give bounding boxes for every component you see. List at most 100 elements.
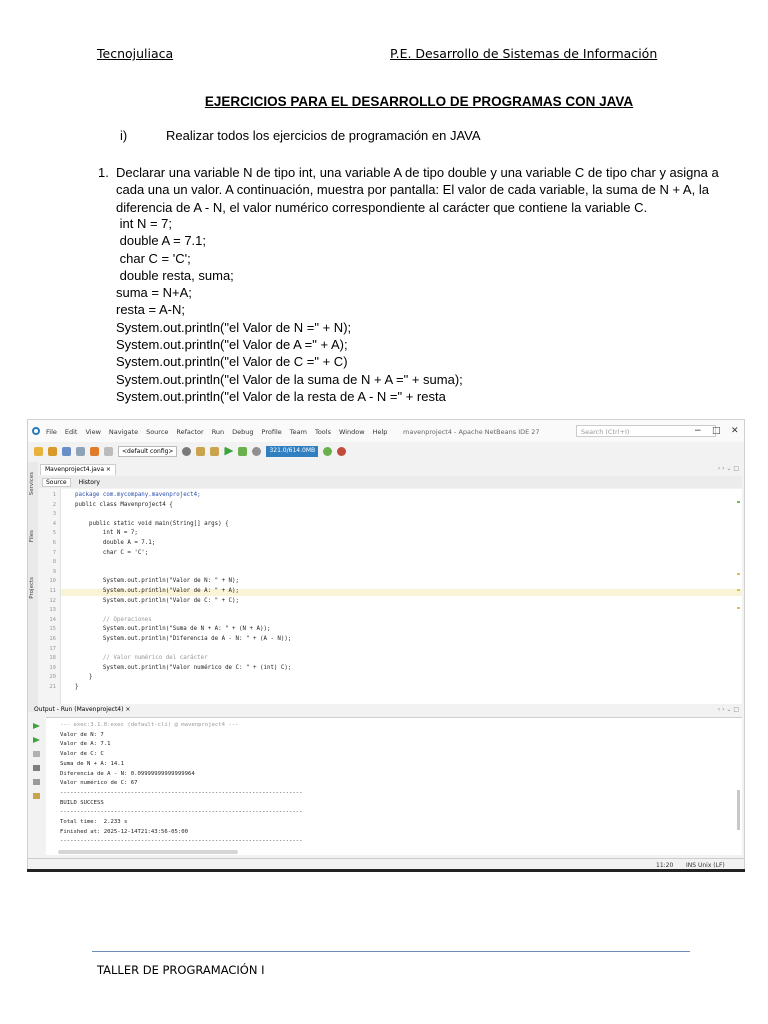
exercise-text: Declarar una variable N de tipo int, una… — [116, 165, 719, 215]
memory-indicator[interactable]: 321.0/614.0MB — [266, 445, 319, 457]
output-actions — [28, 717, 46, 855]
history-tab[interactable]: History — [79, 479, 100, 486]
line-number: 14 — [49, 616, 56, 623]
error-stripe-mark — [737, 607, 740, 609]
line-number: 20 — [49, 674, 56, 681]
code-line: System.out.println("Valor numérico de C:… — [75, 664, 292, 671]
menu-debug[interactable]: Debug — [232, 428, 253, 436]
line-number: 8 — [52, 559, 56, 566]
rerun-with-options-icon[interactable] — [33, 737, 40, 743]
line-number: 3 — [52, 511, 56, 518]
output-tab-controls[interactable]: ‹ › ⌄ □ — [718, 706, 739, 713]
menu-tools[interactable]: Tools — [315, 428, 331, 436]
source-tab[interactable]: Source — [42, 477, 71, 487]
caret-position: 11:20 — [656, 862, 674, 869]
code-line: System.out.println("Valor de N: " + N); — [75, 578, 240, 585]
save-icon[interactable] — [62, 446, 71, 456]
menu-navigate[interactable]: Navigate — [109, 428, 138, 436]
rerun-icon[interactable] — [33, 723, 40, 729]
code-line: int N = 7; — [75, 530, 138, 537]
insert-mode: INS Unix (LF) — [686, 862, 725, 869]
output-tab[interactable]: Output - Run (Mavenproject4) × — [34, 706, 130, 713]
clean-build-icon[interactable] — [210, 446, 220, 456]
horizontal-scrollbar[interactable] — [58, 850, 238, 854]
editor-tab-controls[interactable]: ‹ › ⌄ □ — [718, 465, 739, 472]
instruction-number: i) — [120, 128, 128, 143]
profiler-icon[interactable] — [337, 446, 347, 456]
footer-line — [92, 951, 690, 952]
config-select[interactable]: <default config> — [118, 445, 178, 457]
line-number: 15 — [49, 626, 56, 633]
output-line: Valor de A: 7.1 — [60, 741, 111, 748]
minimize-icon[interactable]: − — [694, 426, 702, 436]
editor-file-tab[interactable]: Mavenproject4.java × — [40, 464, 116, 475]
code-line: double resta, suma; — [116, 267, 234, 283]
wrap-icon[interactable] — [33, 779, 40, 785]
side-tab-services[interactable]: Services — [29, 472, 35, 495]
code-line: System.out.println("Suma de N + A: " + (… — [75, 626, 271, 633]
menu-source[interactable]: Source — [146, 428, 168, 436]
code-line: public static void main(String[] args) { — [75, 520, 229, 527]
exercise-1: 1. Declarar una variable N de tipo int, … — [98, 164, 748, 216]
code-line: } — [75, 674, 93, 681]
output-line: Finished at: 2025-12-14T21:43:56-05:00 — [60, 828, 188, 835]
output-line: Valor de C: C — [60, 751, 104, 758]
line-number: 13 — [49, 607, 56, 614]
side-panel: Services Files Projects — [28, 462, 38, 712]
ide-screenshot: File Edit View Navigate Source Refactor … — [27, 419, 745, 871]
open-project-icon[interactable] — [48, 446, 57, 456]
output-line: ----------------------------------------… — [60, 809, 303, 816]
menu-edit[interactable]: Edit — [65, 428, 78, 436]
close-icon[interactable]: ✕ — [731, 426, 739, 436]
build-icon[interactable] — [196, 446, 206, 456]
menu-run[interactable]: Run — [212, 428, 224, 436]
menu-refactor[interactable]: Refactor — [176, 428, 203, 436]
output-console[interactable]: --- exec:3.1.0:exec (default-cli) @ mave… — [46, 717, 742, 855]
maximize-icon[interactable]: □ — [712, 426, 721, 436]
code-line: char C = 'C'; — [75, 549, 149, 556]
code-line: char C = 'C'; — [116, 250, 191, 266]
menu-window[interactable]: Window — [339, 428, 365, 436]
line-number: 18 — [49, 655, 56, 662]
ide-titlebar: File Edit View Navigate Source Refactor … — [28, 420, 744, 442]
menu-help[interactable]: Help — [373, 428, 388, 436]
code-line: int N = 7; — [116, 216, 172, 231]
line-number: 2 — [52, 501, 56, 508]
screenshot-bottom-border — [27, 869, 745, 872]
new-file-icon[interactable] — [34, 446, 43, 456]
debug-icon[interactable] — [238, 446, 248, 456]
save-all-icon[interactable] — [76, 446, 85, 456]
exercise-code: int N = 7; double A = 7.1; char C = 'C';… — [116, 215, 463, 405]
output-line: ----------------------------------------… — [60, 838, 303, 845]
menu-file[interactable]: File — [46, 428, 57, 436]
ide-toolbar: <default config> 321.0/614.0MB — [28, 442, 744, 460]
line-number: 21 — [49, 684, 56, 690]
side-tab-projects[interactable]: Projects — [29, 577, 35, 599]
output-line: ----------------------------------------… — [60, 789, 303, 796]
code-editor[interactable]: 1 package com.mycompany.mavenproject4; 2 pu… — [39, 489, 742, 704]
gc-icon[interactable] — [323, 446, 333, 456]
menu-profile[interactable]: Profile — [262, 428, 282, 436]
stop-icon[interactable] — [33, 751, 40, 757]
run-icon[interactable] — [224, 446, 234, 456]
code-line: suma = N+A; — [116, 285, 192, 301]
clear-output-icon[interactable] — [33, 765, 40, 771]
output-line: Valor numérico de C: 67 — [60, 780, 138, 787]
side-tab-files[interactable]: Files — [29, 530, 35, 542]
line-number: 4 — [52, 520, 56, 527]
window-title: mavenproject4 - Apache NetBeans IDE 27 — [403, 428, 540, 436]
code-line: System.out.println("el Valor de N =" + N… — [116, 319, 352, 335]
code-line: // Operaciones — [75, 616, 152, 623]
output-line: Diferencia de A - N: 0.09999999999999964 — [60, 770, 195, 777]
settings-icon[interactable] — [182, 446, 192, 456]
undo-icon[interactable] — [90, 446, 99, 456]
line-number: 16 — [49, 636, 56, 642]
line-number: 6 — [52, 540, 56, 546]
code-line: System.out.println("el Valor de la suma … — [116, 371, 463, 387]
redo-icon[interactable] — [104, 446, 113, 456]
menu-view[interactable]: View — [85, 428, 100, 436]
settings-output-icon[interactable] — [33, 793, 40, 799]
menu-team[interactable]: Team — [290, 428, 307, 436]
profile-icon[interactable] — [252, 446, 262, 456]
output-scrollbar[interactable] — [737, 790, 740, 830]
